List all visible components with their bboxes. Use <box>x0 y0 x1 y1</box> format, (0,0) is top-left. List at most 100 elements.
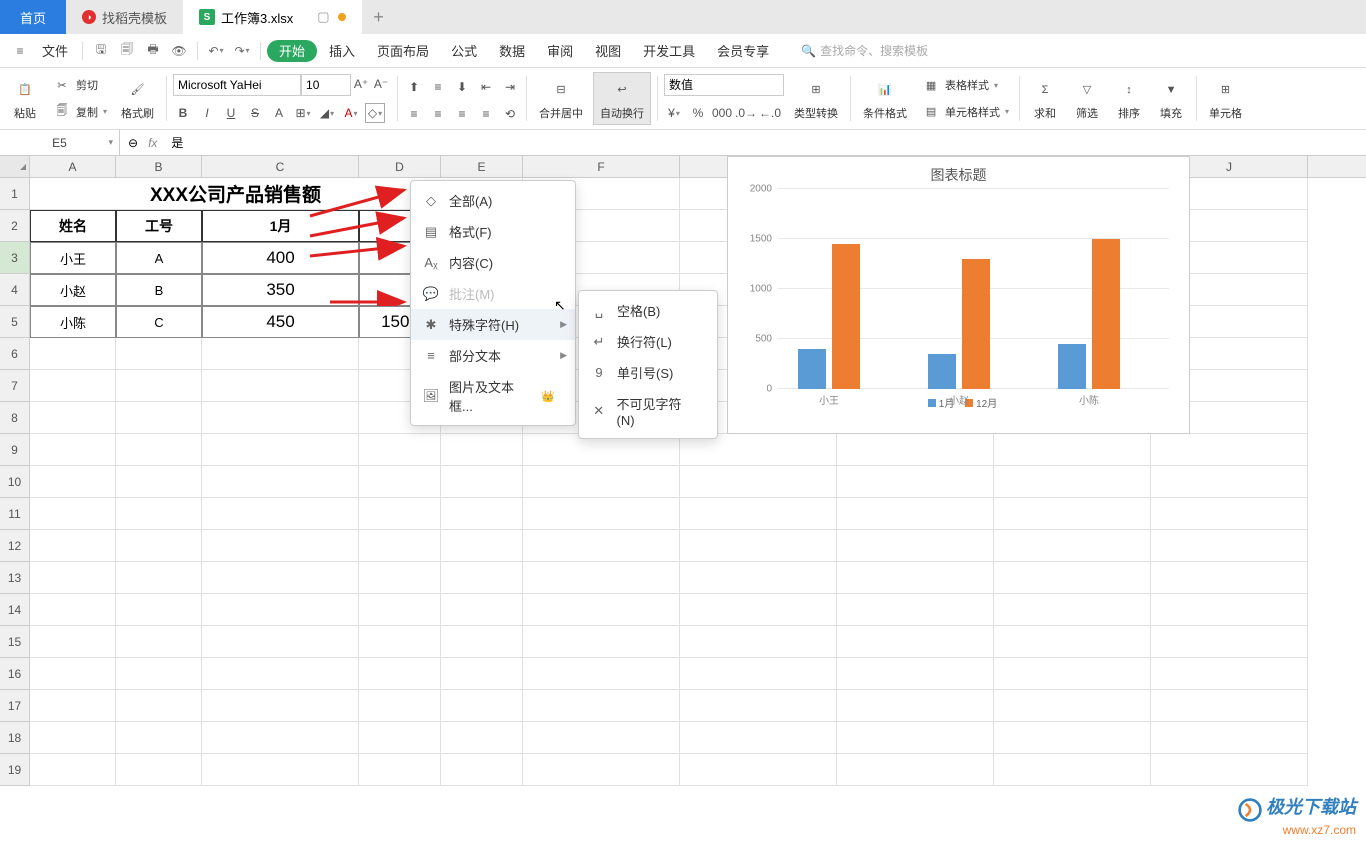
cell[interactable] <box>30 370 116 402</box>
cell[interactable] <box>359 658 441 690</box>
cell[interactable] <box>359 562 441 594</box>
row-header-13[interactable]: 13 <box>0 562 29 594</box>
cell[interactable] <box>837 498 994 530</box>
cell[interactable] <box>30 498 116 530</box>
cell[interactable] <box>1151 626 1308 658</box>
indent-increase-icon[interactable]: ⇥ <box>500 77 520 97</box>
cell[interactable] <box>1151 594 1308 626</box>
cell[interactable] <box>441 658 523 690</box>
cell[interactable] <box>116 722 202 754</box>
cell[interactable] <box>837 434 994 466</box>
cell[interactable] <box>202 594 359 626</box>
table-style-button[interactable]: ▦表格样式▾ <box>917 74 1013 96</box>
cell[interactable] <box>202 562 359 594</box>
cell[interactable] <box>1151 722 1308 754</box>
cell[interactable] <box>1151 690 1308 722</box>
clear-format-icon[interactable]: ◇▾ <box>365 103 385 123</box>
cell[interactable] <box>441 530 523 562</box>
cell[interactable] <box>1151 498 1308 530</box>
cell[interactable] <box>202 402 359 434</box>
cell[interactable] <box>30 626 116 658</box>
cell[interactable] <box>359 626 441 658</box>
cell[interactable] <box>1151 658 1308 690</box>
cell[interactable] <box>994 562 1151 594</box>
cell[interactable] <box>202 498 359 530</box>
align-center-icon[interactable]: ≡ <box>428 104 448 124</box>
cell[interactable] <box>994 434 1151 466</box>
cell[interactable]: 姓名 <box>30 210 116 242</box>
row-header-10[interactable]: 10 <box>0 466 29 498</box>
cell[interactable] <box>116 338 202 370</box>
hamburger-icon[interactable]: ≡ <box>8 39 32 63</box>
cell[interactable] <box>116 690 202 722</box>
cell[interactable]: 350 <box>202 274 359 306</box>
ctx-invisible[interactable]: ✕不可见字符(N) <box>579 388 717 434</box>
row-header-14[interactable]: 14 <box>0 594 29 626</box>
cell[interactable]: 小王 <box>30 242 116 274</box>
cell[interactable] <box>994 594 1151 626</box>
cell[interactable] <box>994 690 1151 722</box>
cell[interactable] <box>202 722 359 754</box>
cell[interactable] <box>30 466 116 498</box>
menu-view[interactable]: 视图 <box>585 34 631 67</box>
select-all-corner[interactable] <box>0 156 30 177</box>
cell[interactable] <box>116 434 202 466</box>
name-box[interactable]: E5 <box>0 130 120 155</box>
thousand-sep-icon[interactable]: 000 <box>712 103 732 123</box>
decimal-dec-icon[interactable]: ←.0 <box>760 103 780 123</box>
cell[interactable] <box>994 530 1151 562</box>
cell[interactable] <box>202 370 359 402</box>
row-header-12[interactable]: 12 <box>0 530 29 562</box>
row-header-16[interactable]: 16 <box>0 658 29 690</box>
align-middle-icon[interactable]: ≡ <box>428 77 448 97</box>
menu-file[interactable]: 文件 <box>34 41 76 60</box>
cell[interactable]: 400 <box>202 242 359 274</box>
cell[interactable] <box>1151 754 1308 786</box>
paste-button[interactable]: 📋 粘贴 <box>6 72 44 125</box>
cell[interactable] <box>30 402 116 434</box>
cell[interactable]: B <box>116 274 202 306</box>
ctx-partial-text[interactable]: ≡部分文本▶ <box>411 340 575 371</box>
cell[interactable] <box>680 658 837 690</box>
currency-icon[interactable]: ¥▾ <box>664 103 684 123</box>
cell[interactable]: 小陈 <box>30 306 116 338</box>
tab-file[interactable]: S 工作簿3.xlsx ▢ <box>183 0 362 34</box>
window-icon[interactable]: ▢ <box>317 9 329 25</box>
cell[interactable] <box>359 434 441 466</box>
cell[interactable] <box>523 626 680 658</box>
row-header-17[interactable]: 17 <box>0 690 29 722</box>
cell[interactable] <box>359 498 441 530</box>
cell[interactable] <box>1151 562 1308 594</box>
menu-review[interactable]: 审阅 <box>537 34 583 67</box>
ctx-image-text[interactable]: 🖼图片及文本框...👑 <box>411 371 575 421</box>
chart-embedded[interactable]: 图表标题 0500100015002000小王小赵小陈 1月 12月 <box>727 156 1190 434</box>
cell[interactable] <box>30 530 116 562</box>
cell[interactable] <box>680 562 837 594</box>
cell[interactable] <box>523 722 680 754</box>
row-header-4[interactable]: 4 <box>0 274 29 306</box>
align-justify-icon[interactable]: ≡ <box>476 104 496 124</box>
cancel-icon[interactable]: ⊖ <box>128 136 138 150</box>
cell[interactable]: 1月 <box>202 210 359 242</box>
cell[interactable] <box>1151 530 1308 562</box>
ctx-all[interactable]: ◇全部(A) <box>411 185 575 216</box>
cell[interactable] <box>994 722 1151 754</box>
row-header-11[interactable]: 11 <box>0 498 29 530</box>
align-bottom-icon[interactable]: ⬇ <box>452 77 472 97</box>
fill-button[interactable]: ▼填充 <box>1152 72 1190 125</box>
cell[interactable] <box>30 594 116 626</box>
cell[interactable] <box>202 754 359 786</box>
cell[interactable] <box>837 562 994 594</box>
row-header-3[interactable]: 3 <box>0 242 29 274</box>
cell[interactable] <box>116 562 202 594</box>
menu-data[interactable]: 数据 <box>489 34 535 67</box>
cell[interactable] <box>994 626 1151 658</box>
cell[interactable]: A <box>116 242 202 274</box>
cell[interactable] <box>30 754 116 786</box>
cell[interactable] <box>116 754 202 786</box>
cell-button[interactable]: ⊞单元格 <box>1203 72 1248 125</box>
cell[interactable]: C <box>116 306 202 338</box>
orientation-icon[interactable]: ⟲ <box>500 104 520 124</box>
cell[interactable] <box>523 466 680 498</box>
cell[interactable] <box>837 530 994 562</box>
